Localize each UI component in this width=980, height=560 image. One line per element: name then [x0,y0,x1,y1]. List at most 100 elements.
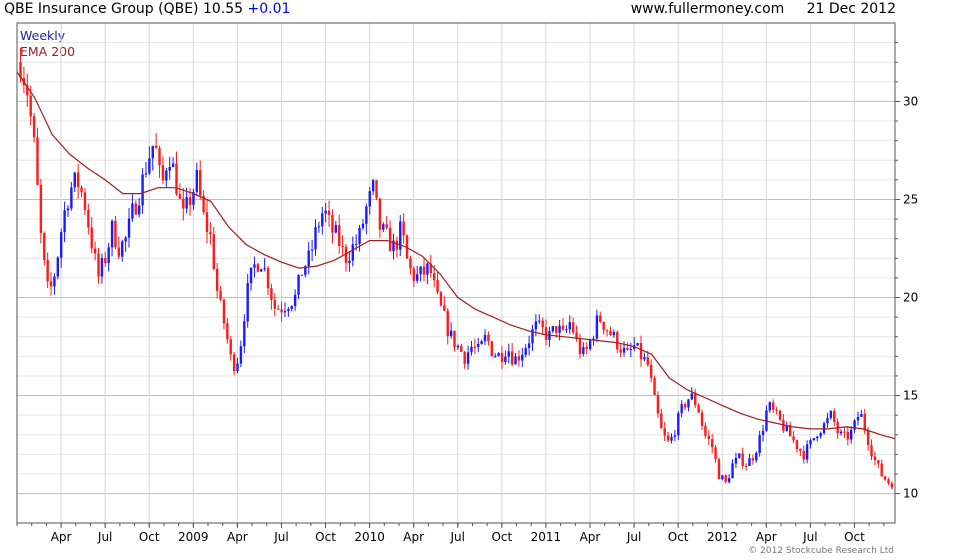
x-tick-label: Oct [139,530,160,544]
candle-body [39,184,43,234]
candle-body [826,417,829,424]
candle-body [209,232,212,235]
x-tick-label: Apr [403,530,424,544]
candle-body [812,438,816,441]
candle-body [199,169,202,196]
candle-body [626,347,629,350]
candle-body [385,224,388,228]
candle-body [663,428,666,436]
candle-body [80,187,83,193]
candle-body [121,241,124,257]
candle-body [232,354,236,372]
candle-body [205,212,209,233]
candle-body [351,244,354,261]
candle-body [588,340,592,349]
candle-body [656,395,660,414]
candle-body [331,215,334,233]
candle-body [127,218,131,238]
candle-body [768,402,772,411]
candle-body [426,263,429,275]
candle-body [365,206,368,224]
candle-body [561,325,565,330]
candles [19,47,894,490]
candle-body [873,456,877,461]
candle-body [178,194,182,199]
price-chart: 1015202530 Apr Jul Oct 2009 Apr Jul Oct 2010 Apr… [16,22,918,544]
candle-body [534,321,538,330]
candle-body [280,309,283,313]
candle-body [165,170,168,181]
candle-body [700,412,704,426]
candle-body [439,292,443,306]
candle-body [226,323,229,340]
candle-body [402,221,405,236]
candle-body [338,225,341,246]
candle-body [761,430,765,436]
candle-body [222,299,226,324]
x-tick-label: Jul [273,530,288,544]
candle-body [833,411,836,423]
candle-body [100,258,104,277]
x-tick-label: Apr [756,530,777,544]
candle-body [748,458,751,467]
x-tick-label: 2012 [707,530,738,544]
candle-body [324,210,327,214]
candle-body [514,356,517,365]
candle-body [860,414,863,417]
candle-body [616,332,619,350]
candle-body [171,163,175,167]
candle-body [148,158,151,174]
candle-body [456,345,460,348]
candle-body [477,344,480,348]
ema200-line [16,71,896,440]
candle-body [104,258,107,264]
candle-body [680,404,683,414]
candle-body [378,198,382,230]
candle-body [158,148,161,166]
candle-body [697,404,700,413]
candle-body [283,311,287,313]
candle-body [63,210,66,233]
candle-body [395,240,399,250]
candle-body [612,332,616,336]
candle-body [775,409,778,411]
candle-body [524,348,527,355]
candle-body [490,341,494,357]
candle-body [161,165,165,181]
candle-body [755,452,758,461]
x-tick-label: Oct [491,530,512,544]
candle-body [504,356,507,363]
candle-body [185,197,188,209]
x-tick-label: Jul [450,530,465,544]
candle-body [819,433,822,437]
y-tick-label: 15 [903,389,918,403]
candle-body [856,416,860,421]
candle-body [76,172,80,188]
candle-body [480,341,483,345]
candle-body [544,327,548,340]
candle-body [483,334,487,342]
candle-body [409,258,412,269]
candle-body [368,191,371,207]
candle-body [843,431,846,433]
candle-body [863,414,866,431]
candle-body [883,476,887,480]
candle-body [253,264,256,268]
candle-body [646,357,649,366]
candle-body [690,393,694,400]
candle-body [388,227,392,252]
candle-body [432,273,436,280]
candle-body [310,249,314,251]
candle-body [70,187,73,209]
candle-body [32,116,36,138]
candle-body [521,354,524,361]
candle-body [93,248,97,254]
candle-body [890,483,894,488]
x-tick-label: Jul [97,530,112,544]
candle-body [466,352,470,364]
candle-body [694,393,697,405]
candle-body [507,351,510,357]
candle-body [809,440,812,445]
candle-body [443,305,446,311]
candle-body [297,275,300,295]
